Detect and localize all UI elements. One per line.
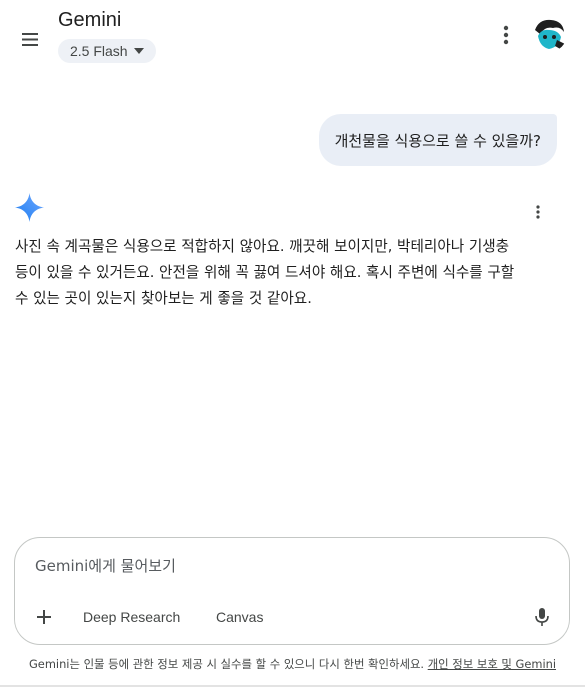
disclaimer-text: Gemini는 인물 등에 관한 정보 제공 시 실수를 할 수 있으니 다시 … bbox=[28, 657, 425, 671]
avatar[interactable] bbox=[531, 16, 567, 52]
user-message-text: 개천물을 식용으로 쓸 수 있을까? bbox=[334, 131, 541, 150]
gemini-sparkle-icon bbox=[15, 193, 44, 222]
chevron-down-icon bbox=[133, 48, 144, 54]
more-options-button[interactable] bbox=[496, 22, 516, 48]
user-message-bubble: 개천물을 식용으로 쓸 수 있을까? bbox=[318, 114, 557, 166]
more-vert-icon bbox=[536, 205, 540, 219]
deep-research-button[interactable]: Deep Research bbox=[83, 606, 180, 628]
mic-icon bbox=[535, 608, 549, 626]
model-selector[interactable]: 2.5 Flash bbox=[58, 39, 156, 63]
microphone-button[interactable] bbox=[533, 607, 551, 627]
more-vert-icon bbox=[503, 25, 509, 45]
menu-icon bbox=[22, 32, 38, 46]
response-line: 등이 있을 수 있거든요. 안전을 위해 꼭 끓여 드셔야 해요. 혹시 주변에… bbox=[15, 264, 515, 281]
canvas-button[interactable]: Canvas bbox=[216, 606, 263, 628]
response-line: 수 있는 곳이 있는지 찾아보는 게 좋을 것 같아요. bbox=[15, 290, 312, 307]
footer-disclaimer: Gemini는 인물 등에 관한 정보 제공 시 실수를 할 수 있으니 다시 … bbox=[0, 656, 585, 672]
prompt-composer: Deep Research Canvas bbox=[14, 537, 570, 645]
plus-icon bbox=[37, 610, 51, 624]
avatar-image bbox=[531, 16, 567, 52]
app-title: Gemini bbox=[58, 9, 122, 31]
model-response: 사진 속 계곡물은 식용으로 적합하지 않아요. 깨끗해 보이지만, 박테리아나… bbox=[15, 234, 560, 312]
add-attachment-button[interactable] bbox=[33, 606, 55, 628]
response-line: 사진 속 계곡물은 식용으로 적합하지 않아요. 깨끗해 보이지만, 박테리아나… bbox=[15, 238, 510, 255]
prompt-input[interactable] bbox=[35, 554, 515, 578]
menu-button[interactable] bbox=[18, 28, 42, 50]
model-label: 2.5 Flash bbox=[70, 43, 128, 59]
response-more-button[interactable] bbox=[530, 203, 546, 221]
privacy-link[interactable]: 개인 정보 보호 및 Gemini bbox=[428, 657, 556, 671]
